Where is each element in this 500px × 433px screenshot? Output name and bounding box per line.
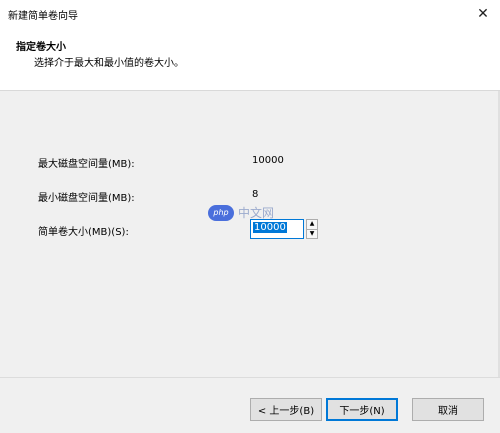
spinner-buttons: ▲ ▼	[306, 219, 318, 239]
max-space-label: 最大磁盘空间量(MB):	[38, 159, 135, 170]
wizard-content: 最大磁盘空间量(MB): 10000 最小磁盘空间量(MB): 8 简单卷大小(…	[0, 91, 500, 377]
back-button[interactable]: < 上一步(B)	[250, 398, 322, 421]
title-bar: 新建简单卷向导 ✕	[0, 0, 500, 29]
max-space-value: 10000	[252, 155, 284, 166]
window-title: 新建简单卷向导	[8, 11, 78, 22]
next-button[interactable]: 下一步(N)	[326, 398, 398, 421]
min-space-label: 最小磁盘空间量(MB):	[38, 193, 135, 204]
wizard-footer: < 上一步(B) 下一步(N) 取消	[0, 377, 500, 433]
volume-size-value: 10000	[253, 222, 287, 233]
volume-size-spinner[interactable]: 10000 ▲ ▼	[250, 219, 318, 241]
chevron-down-icon: ▼	[309, 229, 315, 237]
watermark-text: 中文网	[238, 206, 275, 220]
wizard-window: 新建简单卷向导 ✕ 指定卷大小 选择介于最大和最小值的卷大小。 最大磁盘空间量(…	[0, 0, 500, 433]
volume-size-label: 简单卷大小(MB)(S):	[38, 227, 129, 238]
close-icon: ✕	[477, 6, 489, 22]
page-title: 指定卷大小	[16, 42, 66, 53]
spinner-up-button[interactable]: ▲	[307, 220, 317, 229]
close-button[interactable]: ✕	[466, 0, 500, 28]
watermark: php 中文网	[208, 204, 274, 221]
watermark-logo-icon: php	[208, 204, 234, 221]
page-subtitle: 选择介于最大和最小值的卷大小。	[34, 58, 184, 69]
chevron-up-icon: ▲	[309, 220, 315, 228]
spinner-down-button[interactable]: ▼	[307, 228, 317, 238]
min-space-value: 8	[252, 189, 259, 200]
wizard-header: 指定卷大小 选择介于最大和最小值的卷大小。	[0, 28, 500, 91]
cancel-button[interactable]: 取消	[412, 398, 484, 421]
volume-size-input[interactable]: 10000	[250, 219, 304, 239]
